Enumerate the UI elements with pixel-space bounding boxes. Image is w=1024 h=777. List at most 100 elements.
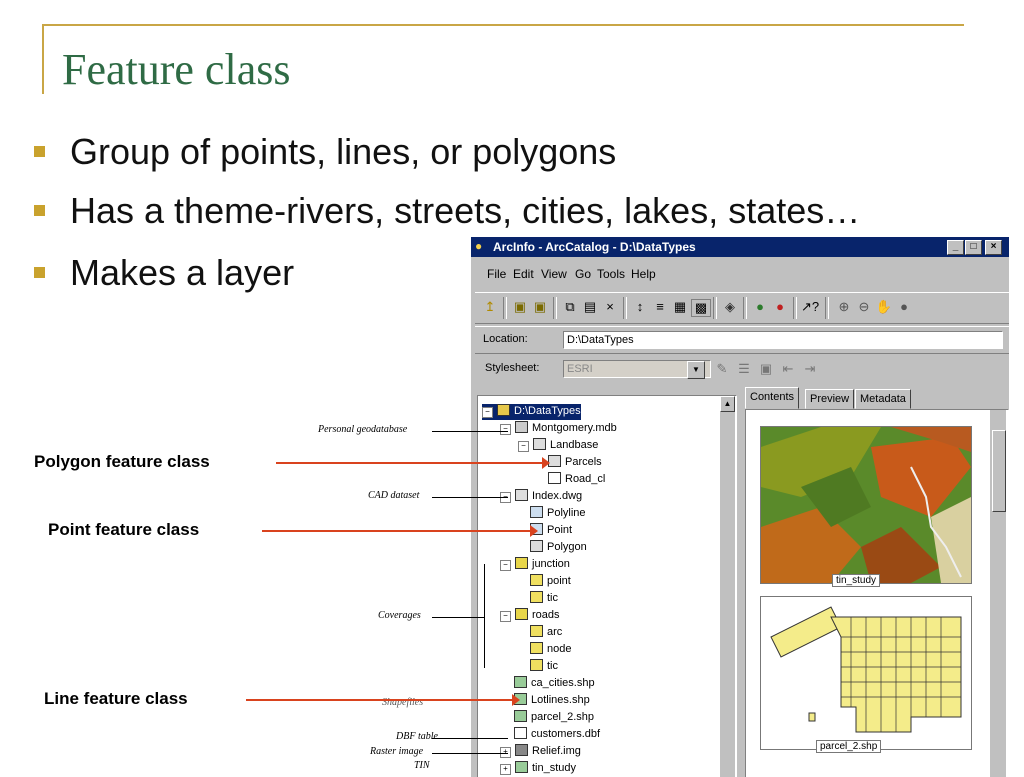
collapse-toggle-icon[interactable]: − <box>518 441 529 452</box>
edit-metadata-icon[interactable]: ✎ <box>713 361 731 377</box>
collapse-toggle-icon[interactable]: − <box>500 611 511 622</box>
tree-item[interactable]: customers.dbf <box>514 727 600 743</box>
tree-item[interactable]: arc <box>530 625 562 641</box>
tree-item[interactable]: Parcels <box>548 455 602 471</box>
collapse-toggle-icon[interactable]: − <box>500 560 511 571</box>
maximize-button[interactable]: □ <box>965 240 982 255</box>
tree-item[interactable]: + tin_study <box>500 761 576 777</box>
toolbar-separator <box>713 297 717 319</box>
tree-item[interactable]: point <box>530 574 571 590</box>
menu-tools[interactable]: Tools <box>597 267 625 281</box>
window-titlebar: ● ArcInfo - ArcCatalog - D:\DataTypes _ … <box>471 237 1009 257</box>
tab-preview[interactable]: Preview <box>805 389 855 409</box>
toolbar-separator <box>825 297 829 319</box>
bullet-text: Group of points, lines, or polygons <box>70 131 617 172</box>
tree-item[interactable]: node <box>530 642 571 658</box>
metadata-properties-icon[interactable]: ☰ <box>735 361 753 377</box>
slide-title: Feature class <box>62 45 291 94</box>
tree-item-label: Parcels <box>565 456 602 468</box>
expand-toggle-icon[interactable]: + <box>500 764 511 775</box>
create-update-metadata-icon[interactable]: ▣ <box>757 361 775 377</box>
tree-item[interactable]: − Montgomery.mdb <box>500 421 617 437</box>
tree-item-label: tin_study <box>532 762 577 774</box>
arccatalog-window: ● ArcInfo - ArcCatalog - D:\DataTypes _ … <box>470 236 1009 777</box>
thumbnail-caption: tin_study <box>832 574 881 587</box>
tree-item[interactable]: − roads <box>500 608 560 624</box>
copy-icon[interactable]: ⧉ <box>561 299 579 315</box>
tree-item[interactable]: − Landbase <box>518 438 598 454</box>
tab-contents[interactable]: Contents <box>745 387 800 409</box>
label-tin: TIN <box>414 760 430 771</box>
up-folder-icon[interactable]: ↥ <box>481 299 499 315</box>
connect-folder-icon[interactable]: ▣ <box>511 299 529 315</box>
menu-edit[interactable]: Edit <box>513 267 534 281</box>
bullet-marker <box>34 146 45 157</box>
thumbnail-tin-study[interactable] <box>760 426 972 584</box>
tree-scrollbar[interactable] <box>720 396 735 777</box>
menu-go[interactable]: Go <box>575 267 591 281</box>
label-cad-dataset: CAD dataset <box>368 490 420 501</box>
whats-this-icon[interactable]: ↗? <box>801 299 819 315</box>
line-layer-icon <box>530 506 543 518</box>
thumbnails-view-icon[interactable]: ▩ <box>691 299 711 317</box>
tree-item[interactable]: Polygon <box>530 540 587 556</box>
menu-help[interactable]: Help <box>631 267 656 281</box>
callout-point: Point feature class <box>48 520 200 539</box>
tree-item-label: roads <box>532 609 560 621</box>
point-layer-icon <box>530 574 543 586</box>
export-metadata-icon[interactable]: ⇥ <box>801 361 819 377</box>
tree-item-label: ca_cities.shp <box>531 677 595 689</box>
tree-item-label: Index.dwg <box>532 490 583 502</box>
import-metadata-icon[interactable]: ⇤ <box>779 361 797 377</box>
launch-arcmap-icon[interactable]: ◈ <box>721 299 739 315</box>
polygon-layer-icon <box>530 540 543 552</box>
label-raster-image: Raster image <box>370 746 424 757</box>
tree-item[interactable]: tic <box>530 591 558 607</box>
toolbar-separator <box>743 297 747 319</box>
zoom-in-icon[interactable]: ⊕ <box>835 299 853 315</box>
pan-icon[interactable]: ✋ <box>875 299 893 315</box>
tree-item[interactable]: Lotlines.shp <box>514 693 590 709</box>
tree-item[interactable]: − D:\DataTypes <box>482 404 581 420</box>
list-view-icon[interactable]: ≡ <box>651 299 669 315</box>
window-title: ArcInfo - ArcCatalog - D:\DataTypes <box>493 240 696 254</box>
tree-item[interactable]: Polyline <box>530 506 586 522</box>
folder-icon <box>497 404 510 416</box>
menu-view[interactable]: View <box>541 267 567 281</box>
collapse-toggle-icon[interactable]: − <box>500 424 511 435</box>
close-button[interactable]: × <box>985 240 1002 255</box>
delete-icon[interactable]: × <box>601 299 619 315</box>
tree-item[interactable]: ca_cities.shp <box>514 676 595 692</box>
toolbox-icon[interactable]: ● <box>771 299 789 315</box>
tree-item-label: point <box>547 575 571 587</box>
tree-item[interactable]: parcel_2.shp <box>514 710 594 726</box>
collapse-toggle-icon[interactable]: − <box>482 407 493 418</box>
disconnect-folder-icon[interactable]: ▣ <box>531 299 549 315</box>
tree-item[interactable]: − junction <box>500 557 570 573</box>
zoom-out-icon[interactable]: ⊖ <box>855 299 873 315</box>
tree-item[interactable]: + Relief.img <box>500 744 581 760</box>
leader-line <box>432 497 508 498</box>
thumbnail-parcel-2[interactable] <box>760 596 972 750</box>
tree-item[interactable]: −Index.dwg <box>500 489 582 505</box>
tree-item[interactable]: tic <box>530 659 558 675</box>
tree-item[interactable]: Road_cl <box>548 472 605 488</box>
frame-left-rule <box>42 24 44 94</box>
tree-item-label: Landbase <box>550 439 599 451</box>
scroll-up-icon[interactable]: ▲ <box>720 396 735 412</box>
minimize-button[interactable]: _ <box>947 240 964 255</box>
large-icons-icon[interactable]: ↕ <box>631 299 649 315</box>
coverage-icon <box>515 608 528 620</box>
globe-icon[interactable]: ● <box>751 299 769 315</box>
full-extent-icon[interactable]: ● <box>895 299 913 315</box>
chevron-down-icon[interactable]: ▼ <box>687 361 705 379</box>
contents-pane: tin_study parcel_2.shp <box>745 409 1009 777</box>
paste-icon[interactable]: ▤ <box>581 299 599 315</box>
scroll-thumb[interactable] <box>992 430 1006 512</box>
tab-metadata[interactable]: Metadata <box>855 389 911 409</box>
tin-icon <box>515 761 528 773</box>
menu-file[interactable]: File <box>487 267 506 281</box>
callout-polygon: Polygon feature class <box>34 452 210 471</box>
details-view-icon[interactable]: ▦ <box>671 299 689 315</box>
location-input[interactable]: D:\DataTypes <box>563 331 1003 349</box>
